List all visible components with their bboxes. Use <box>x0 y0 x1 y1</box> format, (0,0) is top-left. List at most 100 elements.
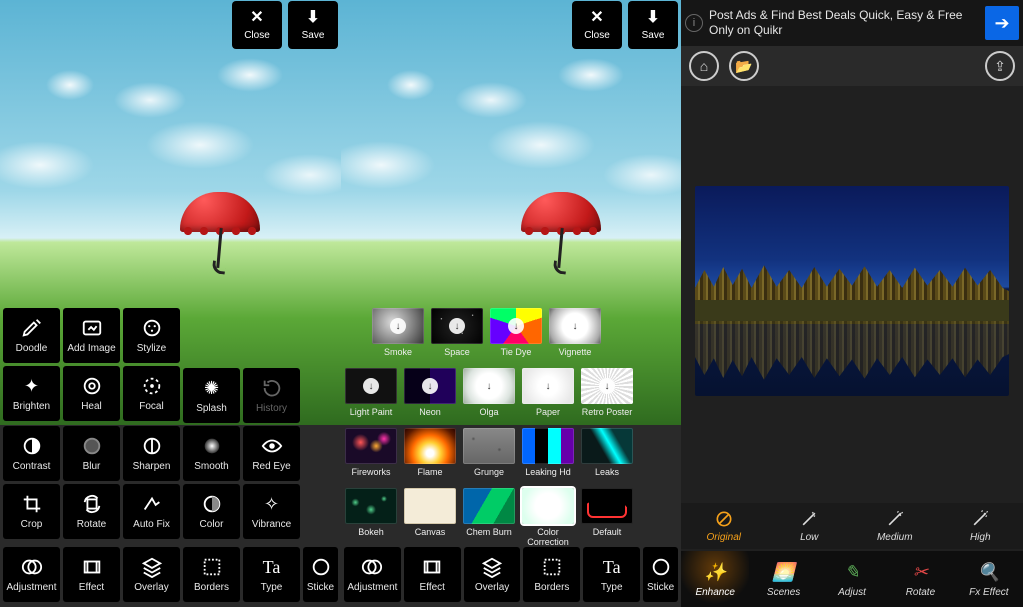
tool-color[interactable]: Color <box>183 484 240 539</box>
adjustment-icon <box>361 556 383 578</box>
tool-crop[interactable]: Crop <box>3 484 60 539</box>
home-button[interactable]: ⌂ <box>689 51 719 81</box>
download-icon: ⬇ <box>646 10 659 26</box>
prohibit-icon <box>714 509 734 529</box>
smooth-icon <box>201 435 223 457</box>
tool-smooth[interactable]: Smooth <box>183 426 240 481</box>
close-button[interactable]: ✕Close <box>572 1 622 49</box>
fx-space[interactable]: ↓Space <box>430 308 484 357</box>
fx-smoke[interactable]: ↓Smoke <box>371 308 425 357</box>
adjust-icon: ✎ <box>840 561 864 585</box>
tab-type[interactable]: TaType <box>243 547 300 602</box>
tab-sticker[interactable]: Sticke <box>643 547 678 602</box>
tab-type[interactable]: TaType <box>583 547 640 602</box>
sticker-icon <box>310 556 332 578</box>
arrow-right-icon: ➔ <box>994 13 1009 34</box>
fx-default[interactable]: Default <box>580 488 634 547</box>
tool-heal[interactable]: Heal <box>63 366 120 421</box>
nav-fxeffect[interactable]: 🔍Fx Effect <box>955 551 1023 607</box>
fx-thumb: ↓ <box>372 308 424 344</box>
nav-rotate[interactable]: ✂Rotate <box>886 551 954 607</box>
download-badge-icon: ↓ <box>449 318 465 334</box>
fx-icon: 🔍 <box>977 561 1001 585</box>
overlay-icon <box>481 556 503 578</box>
fx-chemburn[interactable]: Chem Burn <box>462 488 516 547</box>
tool-sharpen[interactable]: Sharpen <box>123 426 180 481</box>
fx-grunge[interactable]: Grunge <box>462 428 516 477</box>
tool-vibrance[interactable]: ✧Vibrance <box>243 484 300 539</box>
save-button[interactable]: ⬇Save <box>288 1 338 49</box>
save-button[interactable]: ⬇Save <box>628 1 678 49</box>
tab-sticker[interactable]: Sticke <box>303 547 338 602</box>
fx-canvas[interactable]: Canvas <box>403 488 457 547</box>
close-button[interactable]: ✕Close <box>232 1 282 49</box>
ad-banner[interactable]: i Post Ads & Find Best Deals Quick, Easy… <box>681 0 1023 46</box>
fx-thumb <box>522 488 574 524</box>
tab-adjustment[interactable]: Adjustment <box>344 547 401 602</box>
tool-redeye[interactable]: Red Eye <box>243 426 300 481</box>
vibrance-icon: ✧ <box>261 493 283 515</box>
tool-brighten[interactable]: ✦Brighten <box>3 366 60 421</box>
tool-splash[interactable]: ✺Splash <box>183 368 240 423</box>
rotate-icon: ✂ <box>908 561 932 585</box>
fx-olga[interactable]: ↓Olga <box>462 368 516 417</box>
umbrella-graphic <box>180 192 270 282</box>
download-badge-icon: ↓ <box>540 378 556 394</box>
share-icon: ⇪ <box>994 58 1006 75</box>
tab-effect[interactable]: Effect <box>404 547 461 602</box>
tool-rotate[interactable]: Rotate <box>63 484 120 539</box>
tool-add-image[interactable]: Add Image <box>63 308 120 363</box>
download-badge-icon: ↓ <box>508 318 524 334</box>
tab-effect[interactable]: Effect <box>63 547 120 602</box>
fx-lightpaint[interactable]: ↓Light Paint <box>344 368 398 417</box>
fx-leaks[interactable]: Leaks <box>580 428 634 477</box>
fx-colorcorrection[interactable]: Color Correction <box>521 488 575 547</box>
close-icon: ✕ <box>590 10 603 26</box>
fx-leakhd[interactable]: Leaking Hd <box>521 428 575 477</box>
tool-blur[interactable]: Blur <box>63 426 120 481</box>
tool-stylize[interactable]: Stylize <box>123 308 180 363</box>
tool-autofix[interactable]: Auto Fix <box>123 484 180 539</box>
fx-paper[interactable]: ↓Paper <box>521 368 575 417</box>
tab-borders[interactable]: Borders <box>523 547 580 602</box>
tab-adjustment[interactable]: Adjustment <box>3 547 60 602</box>
fx-retro[interactable]: ↓Retro Poster <box>580 368 634 417</box>
info-icon: i <box>685 14 703 32</box>
nav-enhance[interactable]: ✨Enhance <box>681 551 749 607</box>
download-badge-icon: ↓ <box>481 378 497 394</box>
level-original[interactable]: Original <box>681 503 767 549</box>
open-folder-button[interactable]: 📂 <box>729 51 759 81</box>
fx-neon[interactable]: ↓Neon <box>403 368 457 417</box>
tool-contrast[interactable]: Contrast <box>3 426 60 481</box>
adjustment-icon <box>21 556 43 578</box>
fx-thumb: ↓ <box>404 368 456 404</box>
nav-scenes[interactable]: 🌅Scenes <box>749 551 817 607</box>
fx-thumb <box>463 428 515 464</box>
tab-overlay[interactable]: Overlay <box>464 547 521 602</box>
nav-adjust[interactable]: ✎Adjust <box>818 551 886 607</box>
level-low[interactable]: Low <box>767 503 853 549</box>
tab-borders[interactable]: Borders <box>183 547 240 602</box>
fx-fireworks[interactable]: Fireworks <box>344 428 398 477</box>
download-badge-icon: ↓ <box>363 378 379 394</box>
level-high[interactable]: High <box>938 503 1023 549</box>
tool-history[interactable]: History <box>243 368 300 423</box>
fx-vignette[interactable]: ↓Vignette <box>548 308 602 357</box>
fx-bokeh[interactable]: Bokeh <box>344 488 398 547</box>
history-icon <box>261 377 283 399</box>
download-icon: ⬇ <box>306 10 319 26</box>
tool-focal[interactable]: Focal <box>123 366 180 421</box>
overlay-icon <box>141 556 163 578</box>
fx-flame[interactable]: Flame <box>403 428 457 477</box>
tool-doodle[interactable]: Doodle <box>3 308 60 363</box>
fx-tiedye[interactable]: ↓Tie Dye <box>489 308 543 357</box>
tab-overlay[interactable]: Overlay <box>123 547 180 602</box>
close-icon: ✕ <box>250 10 263 26</box>
ad-go-button[interactable]: ➔ <box>985 6 1019 40</box>
level-medium[interactable]: Medium <box>852 503 938 549</box>
contrast-icon <box>21 435 43 457</box>
share-button[interactable]: ⇪ <box>985 51 1015 81</box>
sharpen-icon <box>141 435 163 457</box>
download-badge-icon: ↓ <box>422 378 438 394</box>
fx-thumb: ↓ <box>463 368 515 404</box>
